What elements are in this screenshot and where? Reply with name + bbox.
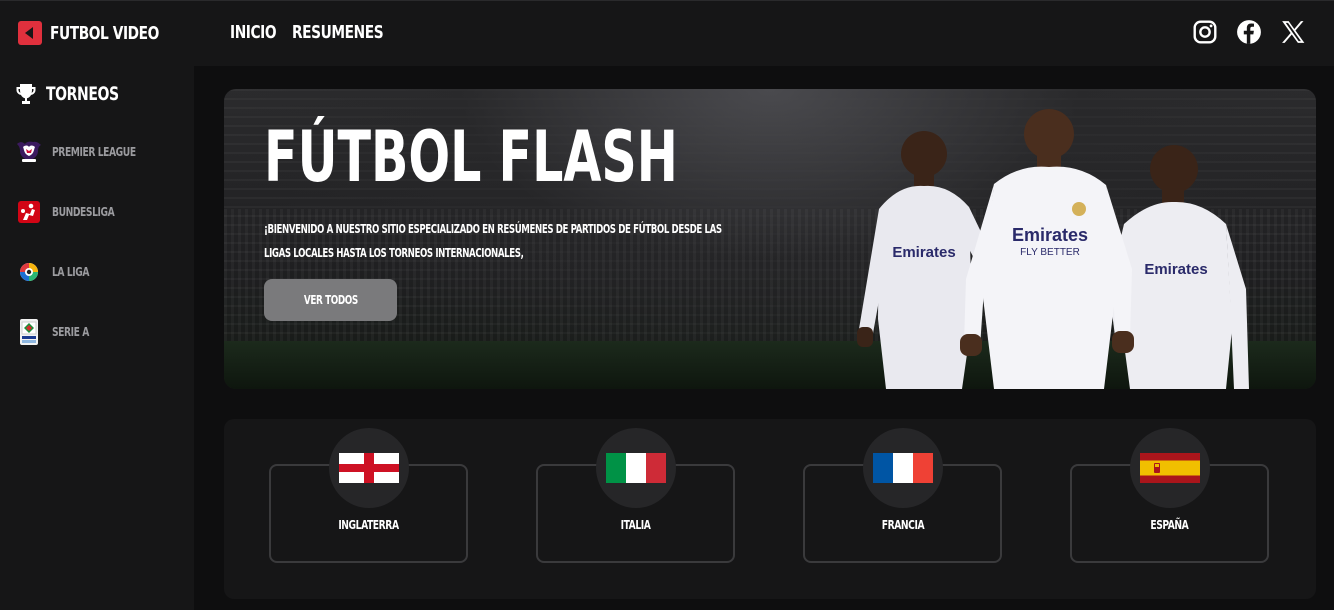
france-flag	[872, 453, 933, 483]
social-links	[1192, 19, 1306, 45]
country-name: ITALIA	[620, 518, 651, 532]
country-name: FRANCIA	[881, 518, 924, 532]
sidebar-item-premier-league[interactable]: PREMIER LEAGUE	[14, 138, 150, 166]
country-card-francia[interactable]: FRANCIA	[803, 428, 1002, 563]
brand-name: FUTBOL VIDEO	[50, 22, 159, 44]
flag-badge	[328, 428, 409, 508]
top-bar: FUTBOL VIDEO INICIO RESUMENES	[0, 0, 1334, 66]
sidebar-title-label: TORNEOS	[46, 83, 119, 105]
facebook-icon[interactable]	[1236, 19, 1262, 45]
hero-banner: Emirates Emirates Emirates FLY BETTER FÚ…	[224, 89, 1316, 389]
bundesliga-logo	[14, 198, 44, 226]
trophy-icon	[16, 84, 36, 104]
flag-badge	[1129, 428, 1210, 508]
sidebar-item-la-liga[interactable]: LA LIGA	[14, 258, 96, 286]
flag-badge	[862, 428, 943, 508]
country-card-inglaterra[interactable]: INGLATERRA	[269, 428, 468, 563]
country-name: ESPAÑA	[1150, 518, 1189, 532]
nav-link-resumenes[interactable]: RESUMENES	[292, 22, 384, 43]
sidebar-title: TORNEOS	[14, 82, 135, 106]
sidebar-item-bundesliga[interactable]: BUNDESLIGA	[14, 198, 125, 226]
svg-text:Emirates: Emirates	[892, 244, 955, 261]
svg-text:FLY BETTER: FLY BETTER	[1020, 247, 1080, 258]
italy-flag	[605, 453, 666, 483]
sidebar: TORNEOS PREMIER LEAGUE BUNDESLIGA LA LIG…	[0, 66, 194, 610]
svg-text:Emirates: Emirates	[1144, 261, 1207, 278]
instagram-icon[interactable]	[1192, 19, 1218, 45]
ver-todos-label: VER TODOS	[303, 293, 358, 307]
countries-section: INGLATERRA ITALIA FRANCIA ESPAÑA	[224, 419, 1316, 599]
svg-text:Emirates: Emirates	[1012, 225, 1088, 245]
nav-link-inicio[interactable]: INICIO	[230, 22, 277, 43]
brand[interactable]: FUTBOL VIDEO	[18, 21, 178, 45]
sidebar-item-label: SERIE A	[52, 325, 89, 339]
main-nav: INICIO RESUMENES	[230, 22, 400, 43]
back-arrow-icon	[18, 21, 42, 45]
spain-flag	[1139, 453, 1200, 483]
flag-badge	[595, 428, 676, 508]
hero-title: FÚTBOL FLASH	[264, 116, 678, 198]
country-card-italia[interactable]: ITALIA	[536, 428, 735, 563]
country-card-espana[interactable]: ESPAÑA	[1070, 428, 1269, 563]
hero-description: ¡Bienvenido a nuestro sitio especializad…	[264, 222, 722, 260]
premier-league-logo	[14, 138, 44, 166]
sidebar-item-serie-a[interactable]: SERIE A	[14, 318, 95, 346]
serie-a-logo	[14, 318, 44, 346]
sidebar-item-label: BUNDESLIGA	[52, 205, 115, 219]
players-image: Emirates Emirates Emirates FLY BETTER	[857, 109, 1249, 389]
england-flag	[338, 453, 399, 483]
x-icon[interactable]	[1280, 19, 1306, 45]
ver-todos-button[interactable]: VER TODOS	[264, 279, 397, 321]
sidebar-item-label: PREMIER LEAGUE	[52, 145, 136, 159]
country-name: INGLATERRA	[338, 518, 399, 532]
la-liga-logo	[14, 258, 44, 286]
sidebar-item-label: LA LIGA	[52, 265, 90, 279]
